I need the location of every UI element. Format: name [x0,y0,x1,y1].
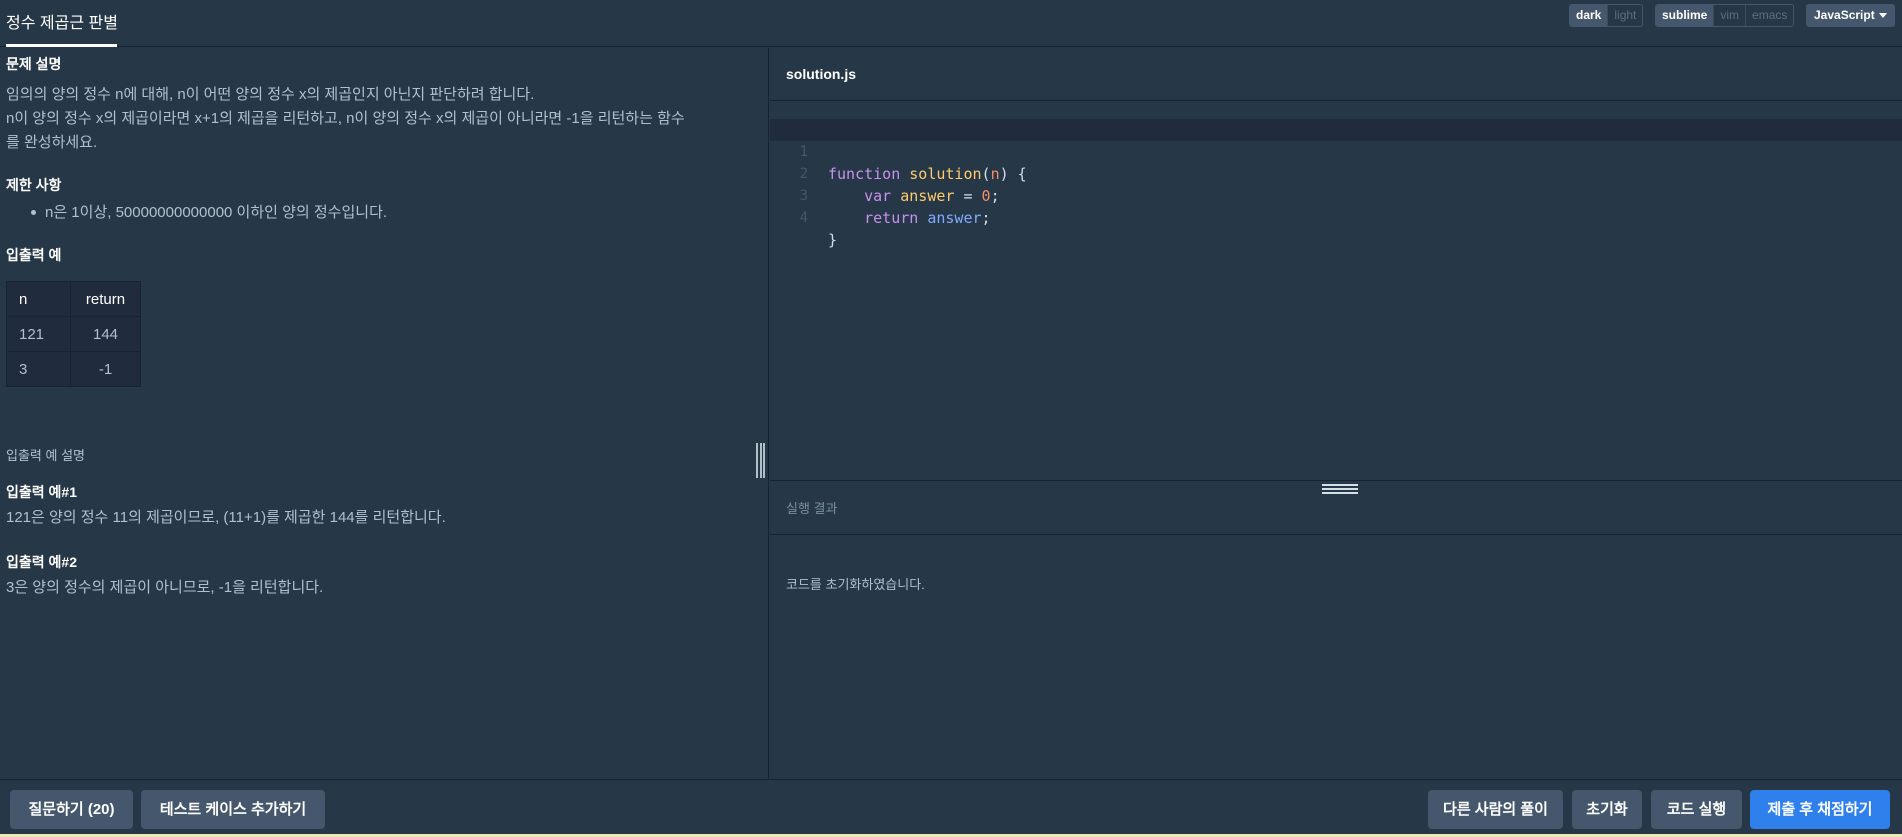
code-line: 1 function solution(n) { [770,119,1902,183]
table-row: 3 -1 [6,351,141,387]
table-cell: -1 [70,351,141,387]
example-1-heading: 입출력 예#1 [6,484,77,500]
keymap-sublime-button[interactable]: sublime [1656,5,1715,26]
examples-heading: 입출력 예 [6,247,62,263]
language-select-value: JavaScript [1814,8,1875,22]
reset-button[interactable]: 초기화 [1572,790,1642,829]
result-header: 실행 결과 [770,481,1902,535]
result-message: 코드를 초기화하였습니다. [786,577,925,592]
table-row: 121 144 [6,316,141,352]
others-solutions-button[interactable]: 다른 사람의 풀이 [1428,790,1563,829]
language-select[interactable]: JavaScript [1806,4,1895,27]
code-editor[interactable]: 1 function solution(n) { 2 var answer = … [770,102,1902,480]
chevron-down-icon [1879,13,1887,18]
editor-header: solution.js [770,48,1902,101]
keymap-vim-button[interactable]: vim [1714,5,1747,26]
theme-dark-button[interactable]: dark [1570,5,1609,26]
problem-tab[interactable]: 정수 제곱근 판별 [6,0,118,47]
table-header: return [70,281,141,317]
result-label: 실행 결과 [786,501,838,516]
line-code: return answer; [864,209,991,227]
problem-line-3: 를 완성하세요. [6,134,98,151]
example-1-text: 121은 양의 정수 11의 제곱이므로, (11+1)를 제곱한 144를 리… [6,509,446,526]
line-code: } [828,231,838,249]
keymap-toggle: sublime vim emacs [1655,4,1795,27]
top-bar: 정수 제곱근 판별 dark light sublime vim emacs J… [0,0,1902,47]
table-cell: 3 [6,351,71,387]
example-2-heading: 입출력 예#2 [6,554,77,570]
examples-table: n return 121 144 3 -1 [6,281,141,387]
bullet-icon [31,210,36,215]
examples-explain-heading: 입출력 예 설명 [6,448,85,463]
ask-question-button[interactable]: 질문하기 (20) [10,790,133,829]
constraint-item: n은 1이상, 50000000000000 이하인 양의 정수입니다. [45,204,388,221]
keymap-emacs-button[interactable]: emacs [1746,5,1794,26]
submit-button[interactable]: 제출 후 채점하기 [1750,790,1890,829]
run-code-button[interactable]: 코드 실행 [1651,790,1742,829]
problem-line-2: n이 양의 정수 x의 제곱이라면 x+1의 제곱을 리턴하고, n이 양의 정… [6,110,685,127]
table-header-row: n return [6,281,141,317]
table-header: n [6,281,71,317]
problem-description: 문제 설명 임의의 양의 정수 n에 대해, n이 어떤 양의 정수 x의 제곱… [0,48,769,779]
code-line: 3 return answer; [770,163,1902,227]
table-cell: 121 [6,316,71,352]
active-tab-indicator [6,44,117,47]
code-line: 4 } [770,185,1902,249]
constraints-heading: 제한 사항 [6,177,62,193]
line-number: 4 [799,210,808,226]
theme-toggle: dark light [1569,4,1644,27]
file-name: solution.js [786,66,856,82]
problem-heading: 문제 설명 [6,56,62,72]
bottom-bar: 질문하기 (20) 테스트 케이스 추가하기 다른 사람의 풀이 초기화 코드 … [0,779,1902,837]
code-line: 2 var answer = 0; [770,141,1902,205]
example-2-text: 3은 양의 정수의 제곱이 아니므로, -1을 리턴합니다. [6,579,324,596]
add-test-case-button[interactable]: 테스트 케이스 추가하기 [141,790,325,829]
table-cell: 144 [70,316,141,352]
vertical-resize-handle[interactable] [756,443,765,478]
theme-light-button[interactable]: light [1608,5,1643,26]
